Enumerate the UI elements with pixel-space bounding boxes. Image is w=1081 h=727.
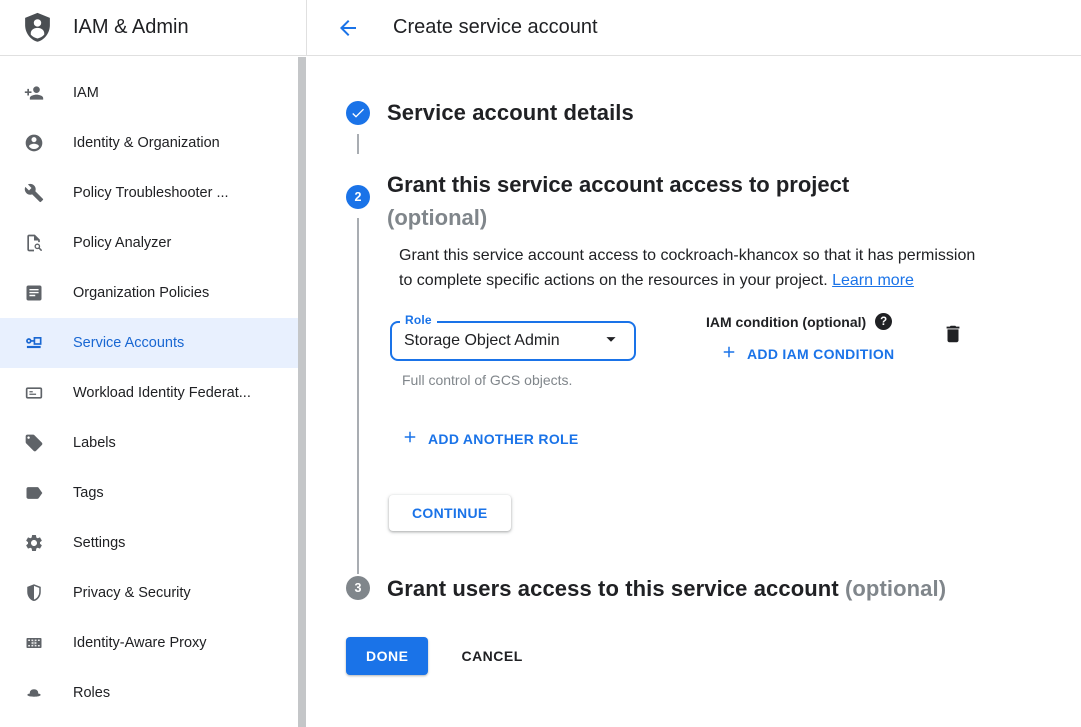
add-iam-condition-button[interactable]: ADD IAM CONDITION [720, 343, 894, 364]
step-3: 3 Grant users access to this service acc… [346, 574, 1081, 604]
iam-shield-icon [21, 10, 54, 46]
step-3-number-badge: 3 [346, 576, 370, 600]
step-2-number-badge: 2 [346, 185, 370, 209]
sidebar-title: IAM & Admin [73, 16, 189, 39]
sidebar-item-privacy-security[interactable]: Privacy & Security [0, 568, 298, 618]
sidebar-item-iam[interactable]: IAM [0, 68, 298, 118]
step-2-title: Grant this service account access to pro… [387, 168, 991, 234]
cancel-button[interactable]: CANCEL [461, 648, 522, 664]
trash-icon [942, 323, 964, 345]
back-arrow-icon [336, 16, 360, 40]
sidebar-item-tags[interactable]: Tags [0, 468, 298, 518]
sidebar-scrollbar[interactable] [298, 57, 306, 727]
app-window: IAM & Admin IAM Identity & Organization [0, 0, 1081, 727]
add-iam-condition-label: ADD IAM CONDITION [747, 346, 894, 362]
step-1-rail [346, 101, 387, 168]
role-field-group: Role Storage Object Admin Full control o… [390, 321, 636, 388]
page-header: Create service account [306, 0, 1081, 56]
step-2: 2 Grant this service account access to p… [346, 168, 1081, 574]
person-circle-icon [24, 133, 44, 153]
sidebar-item-label: Workload Identity Federat... [73, 385, 251, 401]
sidebar-item-roles[interactable]: Roles [0, 668, 298, 718]
sidebar-item-label: Settings [73, 535, 125, 551]
step-2-title-text: Grant this service account access to pro… [387, 172, 849, 197]
step-2-rail: 2 [346, 168, 387, 574]
role-select-dropdown[interactable]: Storage Object Admin [390, 321, 636, 361]
document-search-icon [24, 233, 44, 253]
sidebar-nav: IAM Identity & Organization Policy Troub… [0, 56, 306, 718]
add-another-role-button[interactable]: ADD ANOTHER ROLE [401, 428, 579, 449]
sidebar: IAM & Admin IAM Identity & Organization [0, 0, 306, 727]
sidebar-header: IAM & Admin [0, 0, 306, 56]
check-icon [350, 105, 366, 121]
role-select-value: Storage Object Admin [404, 332, 560, 350]
plus-icon [720, 343, 738, 364]
service-account-key-icon [24, 333, 44, 353]
sidebar-item-identity-organization[interactable]: Identity & Organization [0, 118, 298, 168]
sidebar-item-label: Identity-Aware Proxy [73, 635, 207, 651]
scrollbar-thumb[interactable] [298, 57, 306, 727]
gear-icon [24, 533, 44, 553]
id-card-icon [24, 383, 44, 403]
sidebar-item-service-accounts[interactable]: Service Accounts [0, 318, 298, 368]
sidebar-item-policy-analyzer[interactable]: Policy Analyzer [0, 218, 298, 268]
step-2-optional-label: (optional) [387, 201, 991, 234]
step-3-optional-label: (optional) [845, 576, 946, 601]
sidebar-item-identity-aware-proxy[interactable]: Identity-Aware Proxy [0, 618, 298, 668]
step-3-rail: 3 [346, 574, 387, 604]
step-connector-line [357, 218, 359, 574]
sidebar-item-label: Tags [73, 485, 104, 501]
add-another-role-label: ADD ANOTHER ROLE [428, 431, 579, 447]
step-1: Service account details [346, 101, 1081, 168]
delete-role-button[interactable] [942, 323, 964, 348]
sidebar-item-organization-policies[interactable]: Organization Policies [0, 268, 298, 318]
proxy-icon [24, 633, 44, 653]
document-lines-icon [24, 283, 44, 303]
step-connector-line [357, 134, 359, 154]
sidebar-item-label: Roles [73, 685, 110, 701]
step-2-content: Grant this service account access to pro… [387, 168, 991, 574]
continue-button[interactable]: CONTINUE [389, 495, 511, 531]
sidebar-item-settings[interactable]: Settings [0, 518, 298, 568]
step-2-description: Grant this service account access to coc… [399, 243, 991, 293]
wrench-icon [24, 183, 44, 203]
sidebar-item-label: Service Accounts [73, 335, 184, 351]
step-3-title-text: Grant users access to this service accou… [387, 576, 839, 601]
sidebar-item-policy-troubleshooter[interactable]: Policy Troubleshooter ... [0, 168, 298, 218]
back-button[interactable] [336, 16, 360, 40]
tag-arrow-icon [24, 483, 44, 503]
footer-actions: DONE CANCEL [346, 637, 1081, 725]
iam-condition-label: IAM condition (optional) [706, 314, 866, 330]
done-button[interactable]: DONE [346, 637, 428, 675]
role-row: Role Storage Object Admin Full control o… [390, 313, 991, 388]
main-panel: Create service account Service account d… [306, 0, 1081, 727]
role-field-label: Role [400, 313, 437, 327]
help-icon[interactable]: ? [875, 313, 892, 330]
hat-icon [24, 683, 44, 703]
sidebar-item-label: Labels [73, 435, 116, 451]
label-tag-icon [24, 433, 44, 453]
person-add-icon [24, 83, 44, 103]
iam-condition-label-row: IAM condition (optional) ? [706, 313, 894, 330]
sidebar-item-label: Privacy & Security [73, 585, 191, 601]
step-1-title: Service account details [387, 98, 634, 168]
page-title: Create service account [393, 16, 598, 39]
step-3-title: Grant users access to this service accou… [387, 574, 946, 604]
sidebar-item-labels[interactable]: Labels [0, 418, 298, 468]
sidebar-item-label: Organization Policies [73, 285, 209, 301]
sidebar-item-workload-identity-federation[interactable]: Workload Identity Federat... [0, 368, 298, 418]
sidebar-item-label: Policy Analyzer [73, 235, 171, 251]
learn-more-link[interactable]: Learn more [832, 272, 914, 289]
chevron-down-icon [600, 328, 622, 355]
role-helper-text: Full control of GCS objects. [402, 372, 636, 388]
plus-icon [401, 428, 419, 449]
iam-condition-block: IAM condition (optional) ? ADD IAM CONDI… [706, 313, 894, 366]
stepper-content: Service account details 2 Grant this ser… [306, 56, 1081, 725]
sidebar-item-label: Identity & Organization [73, 135, 220, 151]
sidebar-item-label: Policy Troubleshooter ... [73, 185, 229, 201]
shield-half-icon [24, 583, 44, 603]
add-another-role-wrap: ADD ANOTHER ROLE [401, 428, 991, 451]
sidebar-item-label: IAM [73, 85, 99, 101]
step-1-complete-badge [346, 101, 370, 125]
